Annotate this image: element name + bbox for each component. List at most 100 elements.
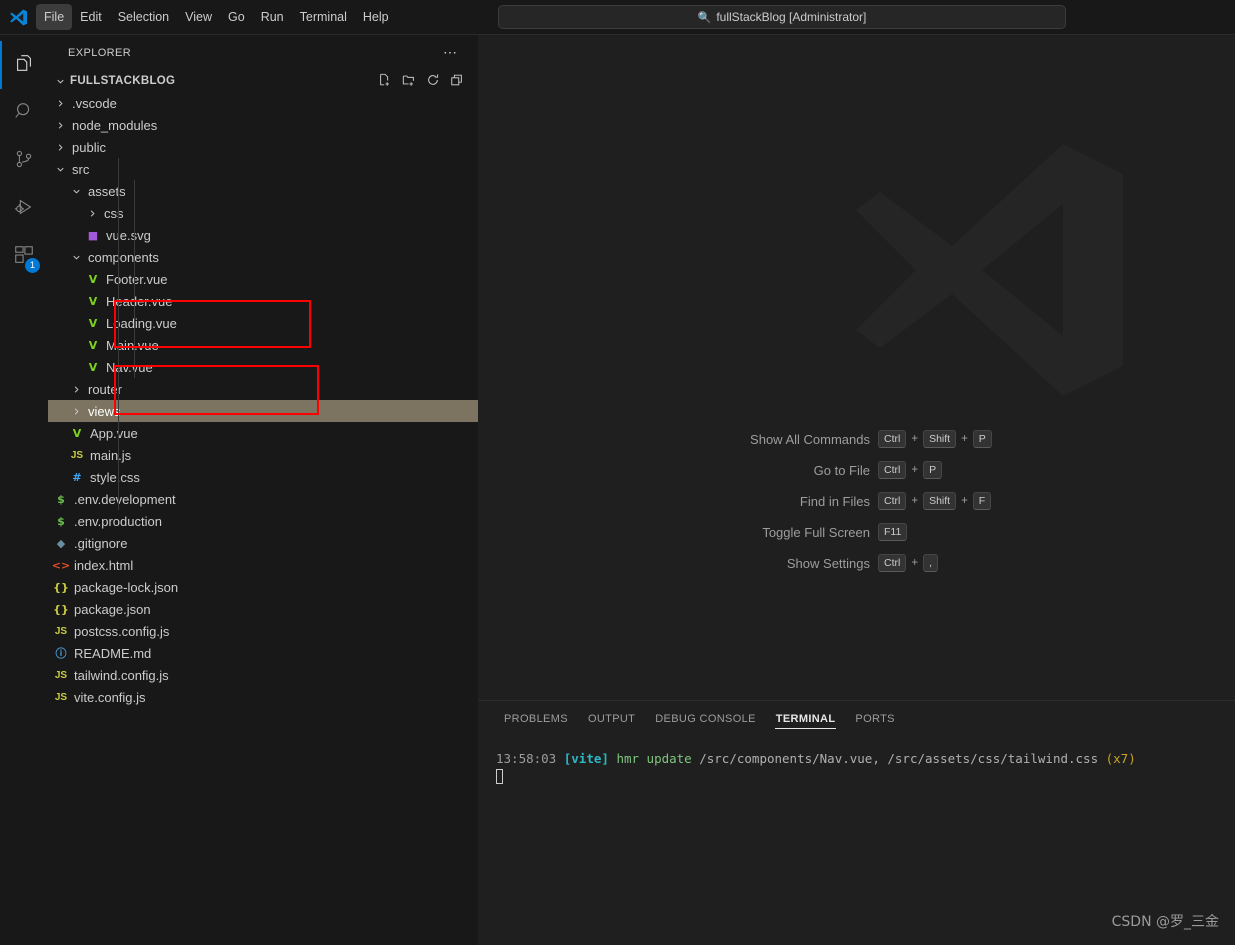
new-file-icon[interactable] bbox=[378, 73, 392, 90]
tree-file-row[interactable]: V Nav.vue bbox=[48, 356, 478, 378]
chevron-right-icon[interactable] bbox=[52, 120, 68, 131]
git-file-icon: ◆ bbox=[56, 536, 66, 550]
tree-folder-row[interactable]: views bbox=[48, 400, 478, 422]
ellipsis-icon[interactable]: ⋯ bbox=[443, 44, 470, 61]
shortcut-keys: Ctrl + Shift + F bbox=[878, 492, 1018, 510]
tree-item-label: .gitignore bbox=[74, 535, 128, 551]
tree-file-row[interactable]: {} package.json bbox=[48, 598, 478, 620]
shortcut-label[interactable]: Go to File bbox=[695, 463, 870, 478]
shortcut-label[interactable]: Toggle Full Screen bbox=[695, 525, 870, 540]
activity-item-explorer[interactable] bbox=[0, 41, 48, 89]
tree-file-row[interactable]: ◆ .gitignore bbox=[48, 532, 478, 554]
shortcut-label[interactable]: Show All Commands bbox=[695, 432, 870, 447]
file-tree[interactable]: .vscode node_modules public src assets css ■ vu… bbox=[48, 92, 478, 945]
workbench-body: 1 EXPLORER ⋯ FULLSTACKBLOG .vscode node_… bbox=[0, 35, 1235, 945]
keyboard-key: F11 bbox=[878, 523, 908, 541]
tree-folder-row[interactable]: css bbox=[48, 202, 478, 224]
tree-item-label: Nav.vue bbox=[106, 359, 153, 375]
activity-item-run-debug[interactable] bbox=[0, 185, 48, 233]
new-folder-icon[interactable] bbox=[402, 73, 416, 90]
chevron-right-icon[interactable] bbox=[84, 208, 100, 219]
key-separator: + bbox=[961, 433, 968, 445]
tree-item-label: style.css bbox=[90, 469, 140, 485]
js-file-icon: JS bbox=[54, 691, 68, 703]
tree-folder-row[interactable]: node_modules bbox=[48, 114, 478, 136]
tree-file-row[interactable]: JS main.js bbox=[48, 444, 478, 466]
tree-file-row[interactable]: # style.css bbox=[48, 466, 478, 488]
tree-item-label: App.vue bbox=[90, 425, 138, 441]
tree-file-row[interactable]: JS postcss.config.js bbox=[48, 620, 478, 642]
editor-welcome: Show All Commands Ctrl + Shift + P Go to File C… bbox=[478, 35, 1235, 700]
tree-file-row[interactable]: ⓘ README.md bbox=[48, 642, 478, 664]
chevron-down-icon[interactable] bbox=[52, 164, 68, 175]
tree-file-row[interactable]: ■ vue.svg bbox=[48, 224, 478, 246]
keyboard-key: , bbox=[923, 554, 938, 572]
menu-terminal[interactable]: Terminal bbox=[292, 4, 355, 30]
tree-file-row[interactable]: $ .env.development bbox=[48, 488, 478, 510]
tree-file-row[interactable]: V Main.vue bbox=[48, 334, 478, 356]
tree-folder-row[interactable]: assets bbox=[48, 180, 478, 202]
menu-edit[interactable]: Edit bbox=[72, 4, 110, 30]
tree-item-label: index.html bbox=[74, 557, 134, 573]
tree-folder-row[interactable]: public bbox=[48, 136, 478, 158]
activity-item-search[interactable] bbox=[0, 89, 48, 137]
menu-run[interactable]: Run bbox=[253, 4, 292, 30]
explorer-root-actions bbox=[378, 73, 478, 90]
shortcut-keys: Ctrl +, bbox=[878, 554, 1018, 572]
tree-file-row[interactable]: JS tailwind.config.js bbox=[48, 664, 478, 686]
tree-file-row[interactable]: <> index.html bbox=[48, 554, 478, 576]
html-file-icon: <> bbox=[51, 558, 71, 572]
terminal-paths: /src/components/Nav.vue, /src/assets/css… bbox=[699, 751, 1099, 766]
refresh-icon[interactable] bbox=[426, 73, 440, 90]
svg-file-icon: ■ bbox=[87, 228, 99, 242]
tree-file-row[interactable]: {} package-lock.json bbox=[48, 576, 478, 598]
csdn-watermark: CSDN @罗_三金 bbox=[1111, 914, 1219, 930]
tree-folder-row[interactable]: components bbox=[48, 246, 478, 268]
tree-item-label: Header.vue bbox=[106, 293, 173, 309]
tree-file-row[interactable]: JS vite.config.js bbox=[48, 686, 478, 708]
quick-input-search[interactable]: 🔍 fullStackBlog [Administrator] bbox=[498, 5, 1066, 29]
tab-ports[interactable]: PORTS bbox=[845, 701, 904, 736]
env-file-icon: $ bbox=[57, 492, 65, 506]
tree-folder-row[interactable]: src bbox=[48, 158, 478, 180]
chevron-right-icon[interactable] bbox=[52, 98, 68, 109]
menu-view[interactable]: View bbox=[177, 4, 220, 30]
tab-debug-console[interactable]: DEBUG CONSOLE bbox=[645, 701, 766, 736]
menu-go[interactable]: Go bbox=[220, 4, 253, 30]
activity-item-extensions[interactable]: 1 bbox=[0, 233, 48, 281]
tab-output[interactable]: OUTPUT bbox=[578, 701, 645, 736]
env-file-icon: $ bbox=[57, 514, 65, 528]
chevron-right-icon[interactable] bbox=[68, 384, 84, 395]
menu-bar: File Edit Selection View Go Run Terminal… bbox=[36, 0, 397, 34]
tree-item-label: Main.vue bbox=[106, 337, 159, 353]
tab-terminal[interactable]: TERMINAL bbox=[766, 701, 846, 736]
tree-folder-row[interactable]: .vscode bbox=[48, 92, 478, 114]
activity-bar: 1 bbox=[0, 35, 48, 945]
tree-file-row[interactable]: $ .env.production bbox=[48, 510, 478, 532]
tree-file-row[interactable]: V Loading.vue bbox=[48, 312, 478, 334]
tab-problems[interactable]: PROBLEMS bbox=[494, 701, 578, 736]
keyboard-key: F bbox=[972, 492, 992, 510]
collapse-all-icon[interactable] bbox=[450, 73, 464, 90]
root-folder-label: FULLSTACKBLOG bbox=[70, 75, 176, 87]
tree-folder-row[interactable]: router bbox=[48, 378, 478, 400]
shortcut-label[interactable]: Find in Files bbox=[695, 494, 870, 509]
explorer-root-row[interactable]: FULLSTACKBLOG bbox=[48, 70, 478, 92]
tree-file-row[interactable]: V App.vue bbox=[48, 422, 478, 444]
chevron-right-icon[interactable] bbox=[68, 406, 84, 417]
tree-file-row[interactable]: V Header.vue bbox=[48, 290, 478, 312]
menu-selection[interactable]: Selection bbox=[110, 4, 177, 30]
shortcut-label[interactable]: Show Settings bbox=[695, 556, 870, 571]
menu-help[interactable]: Help bbox=[355, 4, 397, 30]
welcome-shortcuts: Show All Commands Ctrl + Shift + P Go to File C… bbox=[478, 430, 1235, 572]
chevron-right-icon[interactable] bbox=[52, 142, 68, 153]
tree-indent-guide bbox=[118, 422, 119, 488]
search-icon bbox=[13, 100, 35, 127]
tree-item-label: vite.config.js bbox=[74, 689, 146, 705]
tree-file-row[interactable]: V Footer.vue bbox=[48, 268, 478, 290]
chevron-down-icon[interactable] bbox=[68, 186, 84, 197]
chevron-down-icon[interactable] bbox=[68, 252, 84, 263]
menu-file[interactable]: File bbox=[36, 4, 73, 30]
extensions-badge: 1 bbox=[25, 258, 40, 273]
activity-item-source-control[interactable] bbox=[0, 137, 48, 185]
